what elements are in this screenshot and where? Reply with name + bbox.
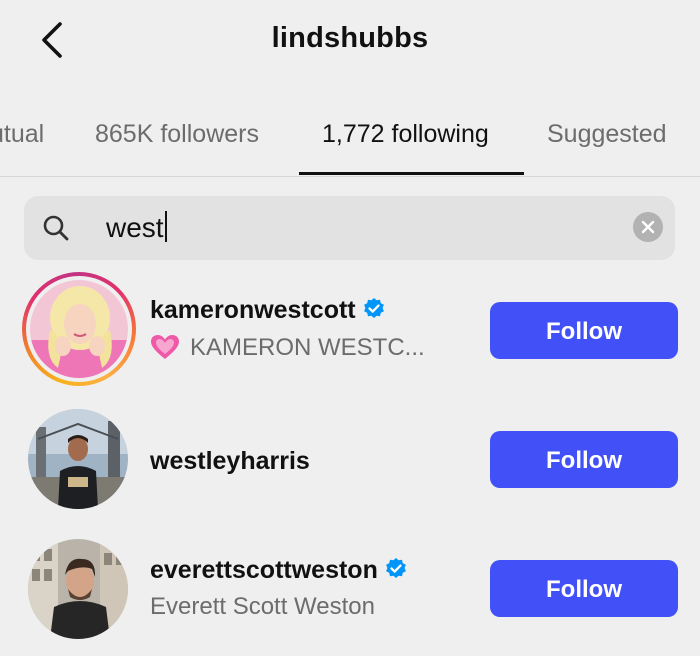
list-item[interactable]: kameronwestcott KAMERON WESTC... Follow xyxy=(0,272,700,396)
profile-photo-icon xyxy=(30,280,128,378)
list-item[interactable]: everettscottweston Everett Scott Weston … xyxy=(0,532,700,656)
pink-heart-icon xyxy=(151,335,179,359)
avatar[interactable] xyxy=(22,272,136,386)
full-name: KAMERON WESTC... xyxy=(150,334,425,362)
clear-search-button[interactable] xyxy=(633,212,663,242)
search-bar[interactable]: west xyxy=(24,196,675,260)
tab-mutual[interactable]: utual xyxy=(0,120,44,149)
follow-button[interactable]: Follow xyxy=(490,431,678,488)
avatar-image xyxy=(30,280,128,378)
avatar-image xyxy=(28,409,128,509)
follow-button[interactable]: Follow xyxy=(490,302,678,359)
tab-following[interactable]: 1,772 following xyxy=(322,120,489,149)
active-tab-indicator xyxy=(299,172,524,175)
username[interactable]: everettscottweston xyxy=(150,556,408,585)
search-input[interactable]: west xyxy=(106,211,167,244)
header: lindshubbs xyxy=(0,0,700,82)
follow-button[interactable]: Follow xyxy=(490,560,678,617)
avatar[interactable] xyxy=(22,402,136,516)
username[interactable]: westleyharris xyxy=(150,447,310,476)
clear-icon xyxy=(641,220,655,234)
avatar[interactable] xyxy=(22,532,136,646)
search-icon xyxy=(43,215,69,241)
username[interactable]: kameronwestcott xyxy=(150,296,386,325)
avatar-image xyxy=(28,539,128,639)
profile-photo-icon xyxy=(28,539,128,639)
verified-badge-icon xyxy=(385,558,406,578)
profile-photo-icon xyxy=(28,409,128,509)
list-item[interactable]: westleyharris Follow xyxy=(0,402,700,526)
tab-bar: utual 865K followers 1,772 following Sug… xyxy=(0,100,700,177)
tab-suggested[interactable]: Suggested xyxy=(547,120,667,149)
full-name: Everett Scott Weston xyxy=(150,593,375,620)
page-title: lindshubbs xyxy=(271,22,429,54)
tab-followers[interactable]: 865K followers xyxy=(95,120,259,149)
text-caret xyxy=(164,211,167,242)
verified-badge-icon xyxy=(363,298,384,318)
